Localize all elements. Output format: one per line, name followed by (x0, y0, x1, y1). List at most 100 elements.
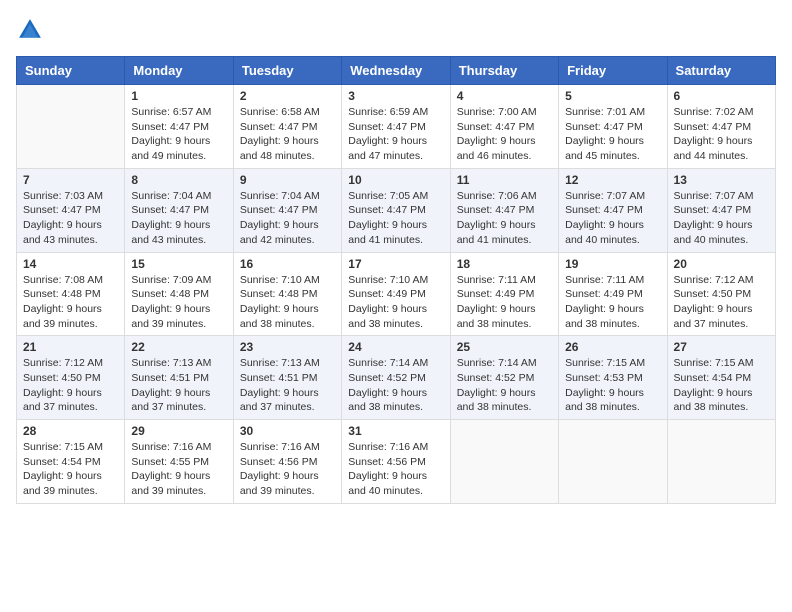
daylight-text-cont: and 45 minutes. (565, 149, 660, 164)
day-number: 8 (131, 173, 226, 187)
sunrise-text: Sunrise: 7:04 AM (240, 189, 335, 204)
calendar-cell: 3Sunrise: 6:59 AMSunset: 4:47 PMDaylight… (342, 85, 450, 169)
day-info: Sunrise: 7:05 AMSunset: 4:47 PMDaylight:… (348, 189, 443, 248)
sunset-text: Sunset: 4:52 PM (457, 371, 552, 386)
daylight-text-cont: and 43 minutes. (131, 233, 226, 248)
calendar-cell: 2 Sunrise: 6:58 AMSunset: 4:47 PMDaylight… (233, 85, 341, 169)
calendar-week-row: 7Sunrise: 7:03 AMSunset: 4:47 PMDaylight… (17, 168, 776, 252)
weekday-header: Sunday (17, 57, 125, 85)
weekday-header: Tuesday (233, 57, 341, 85)
sunset-text: Sunset: 4:47 PM (240, 203, 335, 218)
sunrise-text: Sunrise: 6:58 AM (240, 105, 335, 120)
day-number: 31 (348, 424, 443, 438)
calendar-cell: 9Sunrise: 7:04 AMSunset: 4:47 PMDaylight… (233, 168, 341, 252)
calendar-cell: 28Sunrise: 7:15 AMSunset: 4:54 PMDayligh… (17, 420, 125, 504)
logo (16, 16, 48, 44)
day-number: 19 (565, 257, 660, 271)
sunset-text: Sunset: 4:52 PM (348, 371, 443, 386)
logo-icon (16, 16, 44, 44)
daylight-text-cont: and 39 minutes. (23, 484, 118, 499)
daylight-text-cont: and 40 minutes. (348, 484, 443, 499)
sunrise-text: Sunrise: 7:16 AM (131, 440, 226, 455)
sunrise-text: Sunrise: 7:15 AM (565, 356, 660, 371)
day-number: 20 (674, 257, 769, 271)
daylight-text-cont: and 39 minutes. (131, 484, 226, 499)
sunset-text: Sunset: 4:56 PM (348, 455, 443, 470)
calendar-cell: 24Sunrise: 7:14 AMSunset: 4:52 PMDayligh… (342, 336, 450, 420)
day-number: 5 (565, 89, 660, 103)
calendar-cell: 10Sunrise: 7:05 AMSunset: 4:47 PMDayligh… (342, 168, 450, 252)
calendar-cell: 13Sunrise: 7:07 AMSunset: 4:47 PMDayligh… (667, 168, 775, 252)
sunrise-text: Sunrise: 7:00 AM (457, 105, 552, 120)
day-number: 17 (348, 257, 443, 271)
day-number: 11 (457, 173, 552, 187)
daylight-text-cont: and 43 minutes. (23, 233, 118, 248)
daylight-text-cont: and 39 minutes. (131, 317, 226, 332)
daylight-text: Daylight: 9 hours (240, 134, 335, 149)
daylight-text: Daylight: 9 hours (457, 134, 552, 149)
daylight-text: Daylight: 9 hours (565, 302, 660, 317)
day-number: 26 (565, 340, 660, 354)
sunset-text: Sunset: 4:55 PM (131, 455, 226, 470)
sunrise-text: Sunrise: 7:16 AM (240, 440, 335, 455)
daylight-text: Daylight: 9 hours (348, 218, 443, 233)
page-header (16, 16, 776, 44)
day-info: Sunrise: 7:11 AMSunset: 4:49 PMDaylight:… (457, 273, 552, 332)
daylight-text: Daylight: 9 hours (240, 386, 335, 401)
sunrise-text: Sunrise: 7:10 AM (240, 273, 335, 288)
sunrise-text: Sunrise: 7:16 AM (348, 440, 443, 455)
weekday-header: Wednesday (342, 57, 450, 85)
daylight-text: Daylight: 9 hours (131, 218, 226, 233)
calendar-cell: 4Sunrise: 7:00 AMSunset: 4:47 PMDaylight… (450, 85, 558, 169)
calendar-table: SundayMondayTuesdayWednesdayThursdayFrid… (16, 56, 776, 504)
daylight-text: Daylight: 9 hours (348, 469, 443, 484)
sunrise-text: Sunrise: 7:13 AM (240, 356, 335, 371)
day-number: 28 (23, 424, 118, 438)
daylight-text: Daylight: 9 hours (565, 218, 660, 233)
day-number: 7 (23, 173, 118, 187)
daylight-text: Daylight: 9 hours (240, 469, 335, 484)
calendar-week-row: 21Sunrise: 7:12 AMSunset: 4:50 PMDayligh… (17, 336, 776, 420)
sunrise-text: Sunrise: 7:10 AM (348, 273, 443, 288)
sunrise-text: Sunrise: 7:11 AM (457, 273, 552, 288)
day-info: Sunrise: 6:58 AMSunset: 4:47 PMDaylight:… (240, 105, 335, 164)
daylight-text: Daylight: 9 hours (348, 134, 443, 149)
calendar-cell: 25Sunrise: 7:14 AMSunset: 4:52 PMDayligh… (450, 336, 558, 420)
sunrise-text: Sunrise: 7:14 AM (348, 356, 443, 371)
sunrise-text: Sunrise: 7:07 AM (565, 189, 660, 204)
calendar-week-row: 14Sunrise: 7:08 AMSunset: 4:48 PMDayligh… (17, 252, 776, 336)
day-info: Sunrise: 6:59 AMSunset: 4:47 PMDaylight:… (348, 105, 443, 164)
day-info: Sunrise: 7:13 AMSunset: 4:51 PMDaylight:… (240, 356, 335, 415)
sunset-text: Sunset: 4:47 PM (457, 203, 552, 218)
sunset-text: Sunset: 4:49 PM (565, 287, 660, 302)
sunset-text: Sunset: 4:47 PM (348, 120, 443, 135)
day-info: Sunrise: 7:15 AMSunset: 4:54 PMDaylight:… (674, 356, 769, 415)
sunrise-text: Sunrise: 7:08 AM (23, 273, 118, 288)
sunrise-text: Sunrise: 7:14 AM (457, 356, 552, 371)
daylight-text-cont: and 48 minutes. (240, 149, 335, 164)
daylight-text-cont: and 42 minutes. (240, 233, 335, 248)
day-number: 2 (240, 89, 335, 103)
day-info: Sunrise: 7:07 AMSunset: 4:47 PMDaylight:… (565, 189, 660, 248)
sunset-text: Sunset: 4:47 PM (131, 203, 226, 218)
day-info: Sunrise: 6:57 AMSunset: 4:47 PMDaylight:… (131, 105, 226, 164)
day-info: Sunrise: 7:08 AMSunset: 4:48 PMDaylight:… (23, 273, 118, 332)
daylight-text-cont: and 49 minutes. (131, 149, 226, 164)
day-info: Sunrise: 7:12 AMSunset: 4:50 PMDaylight:… (23, 356, 118, 415)
daylight-text-cont: and 40 minutes. (674, 233, 769, 248)
daylight-text: Daylight: 9 hours (23, 302, 118, 317)
day-info: Sunrise: 7:02 AMSunset: 4:47 PMDaylight:… (674, 105, 769, 164)
weekday-header: Monday (125, 57, 233, 85)
day-number: 9 (240, 173, 335, 187)
day-number: 6 (674, 89, 769, 103)
calendar-cell: 29Sunrise: 7:16 AMSunset: 4:55 PMDayligh… (125, 420, 233, 504)
day-info: Sunrise: 7:12 AMSunset: 4:50 PMDaylight:… (674, 273, 769, 332)
daylight-text: Daylight: 9 hours (131, 134, 226, 149)
day-info: Sunrise: 7:06 AMSunset: 4:47 PMDaylight:… (457, 189, 552, 248)
daylight-text-cont: and 40 minutes. (565, 233, 660, 248)
sunset-text: Sunset: 4:53 PM (565, 371, 660, 386)
day-info: Sunrise: 7:09 AMSunset: 4:48 PMDaylight:… (131, 273, 226, 332)
sunset-text: Sunset: 4:48 PM (131, 287, 226, 302)
daylight-text: Daylight: 9 hours (457, 302, 552, 317)
sunset-text: Sunset: 4:48 PM (23, 287, 118, 302)
